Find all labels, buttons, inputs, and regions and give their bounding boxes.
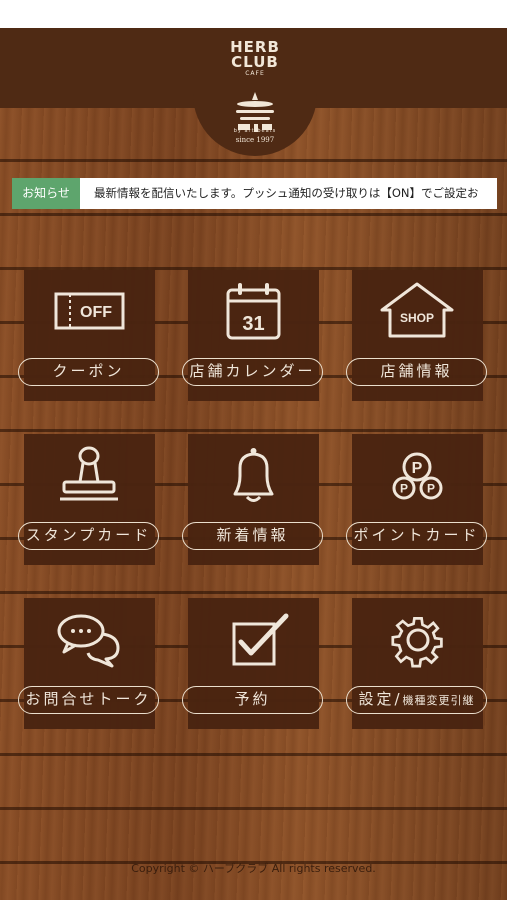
- shop-icon: SHOP: [380, 282, 454, 338]
- menu-label-small: 機種変更引継: [402, 694, 475, 707]
- menu-reservation[interactable]: 予約: [182, 598, 323, 729]
- menu-label-main: 設定/: [358, 690, 403, 708]
- gear-icon: [391, 617, 443, 668]
- menu-news[interactable]: 新着情報: [182, 434, 323, 565]
- point-letter: P: [400, 482, 408, 496]
- menu-label: 店舗カレンダー: [182, 358, 323, 386]
- menu-shop-info[interactable]: SHOP 店舗情報: [346, 270, 487, 401]
- off-coupon-icon: OFF: [54, 292, 125, 330]
- menu-contact-talk[interactable]: お問合せトーク: [18, 598, 159, 729]
- shop-text: SHOP: [400, 311, 434, 325]
- menu-stamp-card[interactable]: スタンプカード: [18, 434, 159, 565]
- menu-label: 店舗情報: [346, 358, 487, 386]
- status-bar-area: [0, 0, 507, 28]
- logo[interactable]: HERB CLUB CAFE by art-beats since 1997: [193, 28, 317, 156]
- menu-label: 予約: [182, 686, 323, 714]
- menu-label: クーポン: [18, 358, 159, 386]
- menu-calendar[interactable]: 31 店舗カレンダー: [182, 270, 323, 401]
- checkbox-icon: [232, 613, 289, 666]
- points-icon: P P P: [392, 452, 443, 500]
- logo-tagline: by art-beats: [233, 128, 277, 134]
- chat-bubbles-icon: [57, 614, 120, 668]
- calendar-day-text: 31: [242, 313, 264, 335]
- menu-label: お問合せトーク: [18, 686, 159, 714]
- logo-since: since 1997: [235, 136, 275, 144]
- menu-label: ポイントカード: [346, 522, 487, 550]
- footer-copyright: Copyright © ハーブクラブ All rights reserved.: [131, 862, 376, 875]
- point-letter: P: [412, 460, 423, 477]
- menu-settings[interactable]: 設定/機種変更引継: [346, 598, 487, 729]
- logo-line2: CLUB: [231, 53, 279, 71]
- news-text: 最新情報を配信いたします。プッシュ通知の受け取りは【ON】でご設定お: [94, 186, 479, 200]
- bell-icon: [233, 448, 274, 502]
- menu-point-card[interactable]: P P P ポイントカード: [346, 434, 487, 565]
- logo-line3: CAFE: [245, 70, 265, 77]
- menu-label: 設定/機種変更引継: [346, 686, 487, 714]
- calendar-icon: 31: [226, 283, 281, 340]
- point-letter: P: [427, 482, 435, 496]
- news-ticker[interactable]: お知らせ 最新情報を配信いたします。プッシュ通知の受け取りは【ON】でご設定お: [12, 178, 497, 209]
- menu-label: スタンプカード: [18, 522, 159, 550]
- off-text: OFF: [80, 304, 112, 321]
- menu-label: 新着情報: [182, 522, 323, 550]
- stamp-icon: [60, 446, 118, 501]
- news-tag: お知らせ: [12, 178, 80, 209]
- menu-coupon[interactable]: OFF クーポン: [18, 270, 159, 401]
